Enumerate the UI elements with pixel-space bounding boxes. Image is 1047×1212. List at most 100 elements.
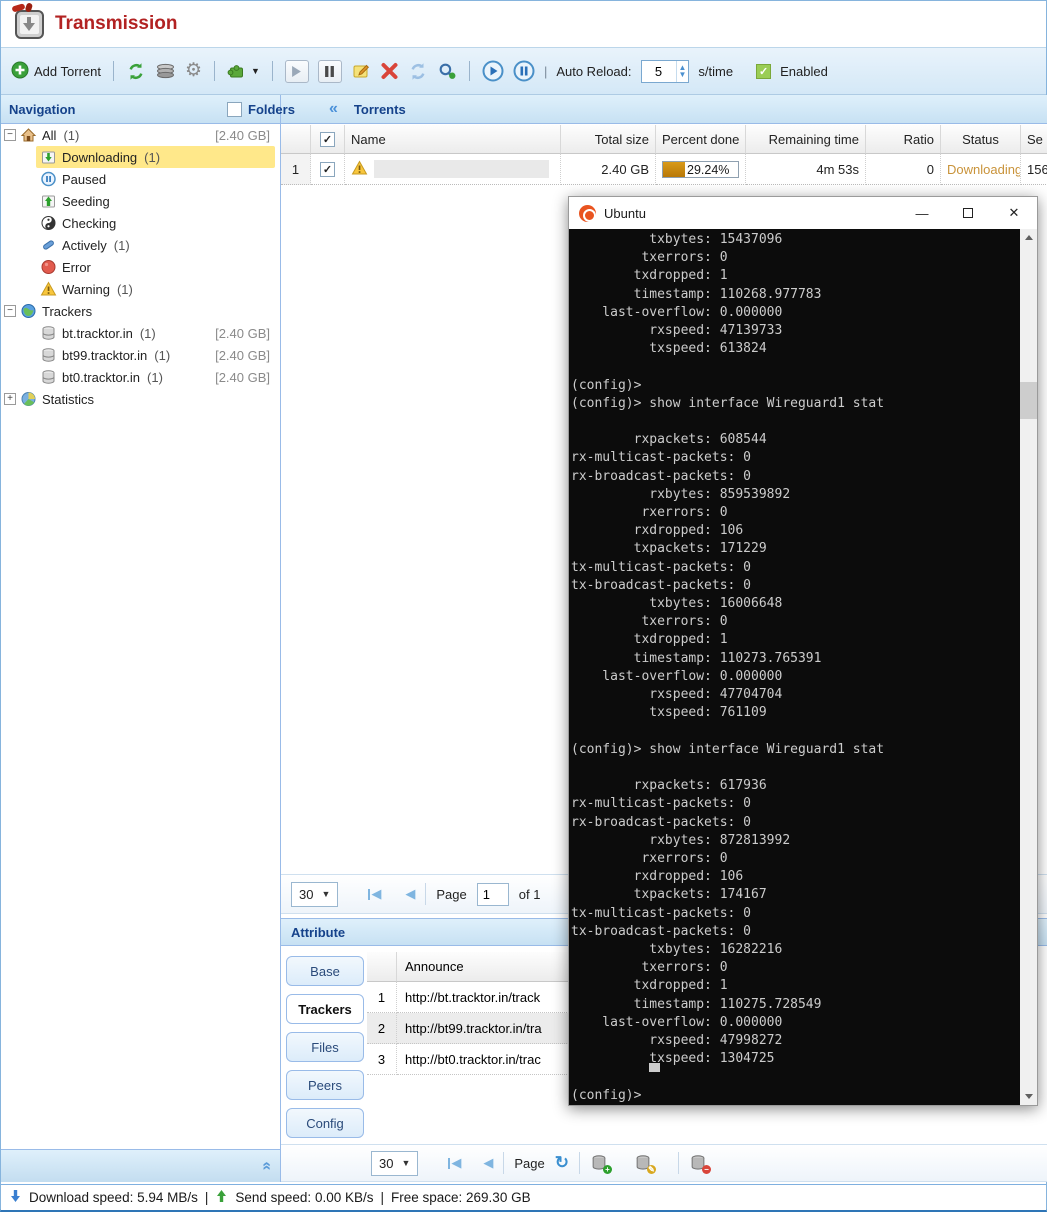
- header-rownum: [281, 125, 311, 154]
- attr-page-label: Page: [514, 1156, 544, 1171]
- collapse-expander-icon[interactable]: −: [4, 129, 16, 141]
- header-select-all[interactable]: [311, 125, 345, 154]
- close-button[interactable]: ✕: [991, 197, 1037, 229]
- status-cell: Downloading: [941, 154, 1021, 185]
- remove-button[interactable]: [380, 62, 399, 80]
- tree-item-trackers[interactable]: − Trackers: [1, 300, 280, 322]
- download-arrow-icon: [9, 1189, 22, 1206]
- home-icon: [20, 127, 38, 143]
- pause-icon: [324, 66, 335, 77]
- plugins-button[interactable]: ▼: [227, 62, 260, 80]
- refresh-page-icon[interactable]: ↻: [555, 1153, 569, 1173]
- tab-trackers[interactable]: Trackers: [286, 994, 364, 1024]
- header-name[interactable]: Name: [345, 125, 561, 154]
- tree-item-paused[interactable]: Paused: [1, 168, 280, 190]
- app-title: Transmission: [55, 13, 178, 35]
- select-all-checkbox[interactable]: [320, 132, 335, 147]
- magnifier-icon: [437, 62, 457, 81]
- announce-header-rownum: [367, 952, 397, 982]
- tree-item-tracker-bt0[interactable]: bt0.tracktor.in (1) [2.40 GB]: [1, 366, 280, 388]
- attribute-title: Attribute: [291, 925, 345, 940]
- page-size-select[interactable]: 30 ▼: [291, 882, 338, 907]
- find-button[interactable]: [437, 62, 457, 81]
- tree-item-actively[interactable]: Actively (1): [1, 234, 280, 256]
- edit-button[interactable]: [351, 62, 371, 80]
- auto-reload-label: Auto Reload:: [556, 64, 631, 79]
- settings-button[interactable]: ⚙: [185, 62, 202, 80]
- maximize-button[interactable]: [945, 197, 991, 229]
- row-checkbox[interactable]: [320, 162, 335, 177]
- window-controls: — ✕: [899, 197, 1037, 229]
- scroll-up-icon[interactable]: [1020, 229, 1037, 246]
- attr-page-size-select[interactable]: 30 ▼: [371, 1151, 418, 1176]
- start-all-button[interactable]: [482, 60, 504, 82]
- tree-item-seeding[interactable]: Seeding: [1, 190, 280, 212]
- note-edit-icon: [351, 62, 371, 80]
- delete-tracker-button[interactable]: −: [689, 1154, 709, 1172]
- header-remaining-time[interactable]: Remaining time: [746, 125, 866, 154]
- warning-icon: [40, 281, 58, 297]
- tab-files[interactable]: Files: [286, 1032, 364, 1062]
- add-tracker-button[interactable]: +: [590, 1154, 610, 1172]
- navigation-tree: − All (1) [2.40 GB] Downloading (1) Paus…: [1, 124, 281, 1149]
- folders-label: Folders: [248, 102, 295, 117]
- add-torrent-button[interactable]: Add Torrent: [11, 61, 101, 82]
- page-label: Page: [436, 887, 466, 902]
- collapse-expander-icon[interactable]: −: [4, 305, 16, 317]
- tree-item-statistics[interactable]: + Statistics: [1, 388, 280, 410]
- tree-item-tracker-bt99[interactable]: bt99.tracktor.in (1) [2.40 GB]: [1, 344, 280, 366]
- torrent-name-cell[interactable]: [345, 154, 561, 185]
- tree-item-warning[interactable]: Warning (1): [1, 278, 280, 300]
- expand-expander-icon[interactable]: +: [4, 393, 16, 405]
- header-seeds[interactable]: Se: [1021, 125, 1047, 154]
- attr-prev-page-button[interactable]: ◀: [483, 1155, 493, 1171]
- tab-base[interactable]: Base: [286, 956, 364, 986]
- edit-tracker-button[interactable]: ✎: [634, 1154, 654, 1172]
- pause-button[interactable]: [318, 60, 342, 83]
- refresh-icon: [126, 62, 146, 81]
- tree-item-error[interactable]: Error: [1, 256, 280, 278]
- spinner-arrows[interactable]: ▲▼: [676, 61, 689, 82]
- terminal-scrollbar[interactable]: [1020, 229, 1037, 1105]
- tree-item-tracker-bt[interactable]: bt.tracktor.in (1) [2.40 GB]: [1, 322, 280, 344]
- pause-all-button[interactable]: [513, 60, 535, 82]
- first-page-button[interactable]: ◀: [368, 886, 381, 902]
- auto-reload-spinner[interactable]: ▲▼: [641, 60, 690, 83]
- header-status[interactable]: Status: [941, 125, 1021, 154]
- tree-item-all[interactable]: − All (1) [2.40 GB]: [1, 124, 280, 146]
- error-icon: [40, 259, 58, 275]
- collapse-nav-icon[interactable]: «: [329, 100, 336, 118]
- tab-config[interactable]: Config: [286, 1108, 364, 1138]
- app-header: Transmission: [1, 1, 1046, 47]
- database-icon: [40, 369, 58, 385]
- row-select[interactable]: [311, 154, 345, 185]
- torrent-row[interactable]: 1 2.40 GB 29.24% 4m 53s 0 Downloading 15…: [281, 154, 1047, 185]
- attr-first-page-button[interactable]: ◀: [448, 1155, 461, 1171]
- tree-item-downloading[interactable]: Downloading (1): [1, 146, 280, 168]
- pagination-separator: [503, 1152, 504, 1174]
- terminal-window[interactable]: Ubuntu — ✕ txbytes: 15437096 txerrors: 0…: [568, 196, 1038, 1106]
- start-button[interactable]: [285, 60, 309, 83]
- terminal-content[interactable]: txbytes: 15437096 txerrors: 0 txdropped:…: [569, 229, 1020, 1105]
- tree-item-checking[interactable]: Checking: [1, 212, 280, 234]
- ubuntu-logo-icon: [579, 205, 596, 222]
- scroll-down-icon[interactable]: [1020, 1088, 1037, 1105]
- status-separator: |: [380, 1190, 384, 1205]
- tab-peers[interactable]: Peers: [286, 1070, 364, 1100]
- refresh-button[interactable]: [126, 62, 146, 81]
- folders-checkbox[interactable]: [227, 102, 242, 117]
- header-percent-done[interactable]: Percent done: [656, 125, 746, 154]
- minimize-button[interactable]: —: [899, 197, 945, 229]
- enabled-checkbox[interactable]: [756, 64, 771, 79]
- scrollbar-thumb[interactable]: [1020, 382, 1037, 419]
- header-total-size[interactable]: Total size: [561, 125, 656, 154]
- header-ratio[interactable]: Ratio: [866, 125, 941, 154]
- chevron-double-up-icon[interactable]: «: [258, 1162, 276, 1169]
- page-number-input[interactable]: [477, 883, 509, 906]
- prev-page-button[interactable]: ◀: [405, 886, 415, 902]
- play-icon: [291, 66, 302, 77]
- reannounce-button[interactable]: [408, 62, 428, 81]
- purge-button[interactable]: [155, 62, 176, 80]
- delete-x-icon: [380, 62, 399, 80]
- auto-reload-input[interactable]: [642, 61, 676, 82]
